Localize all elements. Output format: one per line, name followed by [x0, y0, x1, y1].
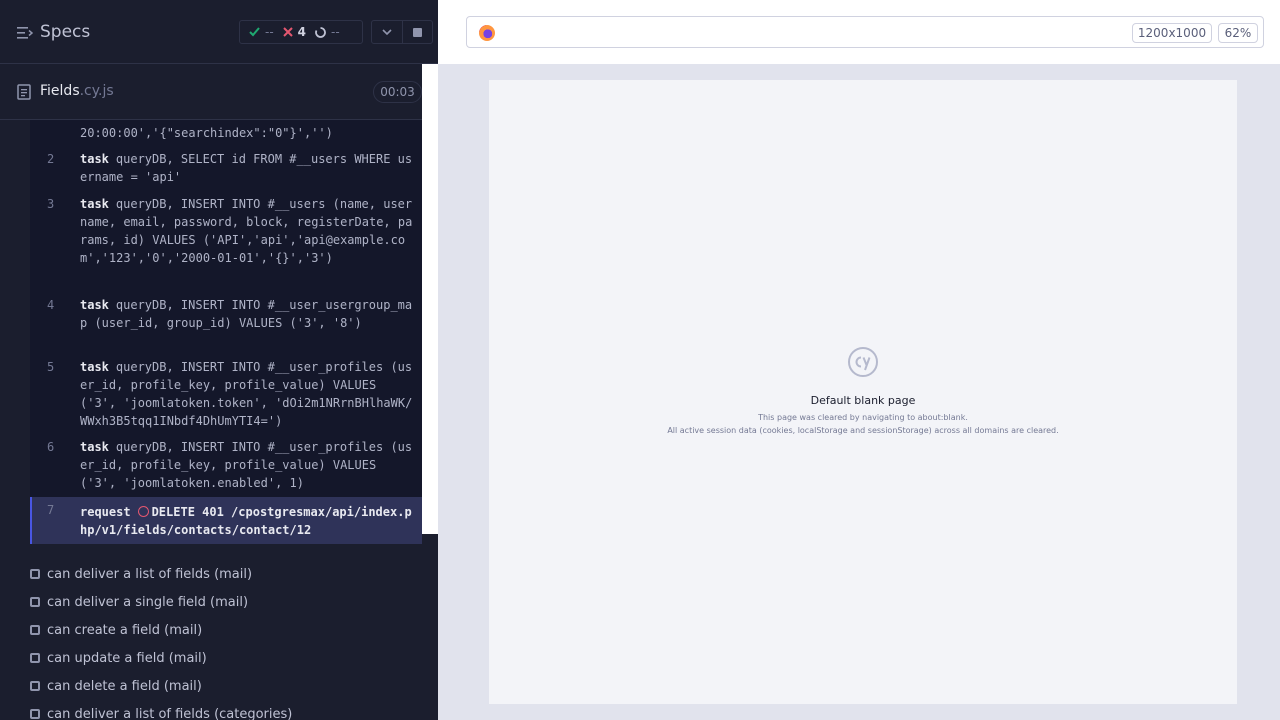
command-row[interactable]: 2 task queryDB, SELECT id FROM #__users W… — [30, 150, 422, 190]
cy-logo-icon — [848, 347, 878, 377]
spec-file-name[interactable]: Fields.cy.js — [40, 83, 114, 99]
test-title: can deliver a list of fields (categories… — [47, 706, 293, 720]
spec-file-header: Fields.cy.js 00:03 — [0, 64, 438, 120]
blank-page-title: Default blank page — [810, 394, 916, 407]
test-item[interactable]: can create a field (mail) — [28, 616, 422, 644]
command-keyword: task — [80, 298, 109, 312]
url-bar[interactable]: 1200x1000 62% — [466, 16, 1264, 48]
failed-count: 4 — [297, 25, 307, 39]
test-title: can delete a field (mail) — [47, 678, 202, 694]
run-controls — [371, 20, 433, 44]
test-title: can update a field (mail) — [47, 650, 207, 666]
zoom-badge[interactable]: 62% — [1218, 23, 1258, 43]
test-title: can deliver a single field (mail) — [47, 594, 249, 610]
stop-icon — [412, 27, 422, 37]
command-keyword: task — [80, 152, 109, 166]
list-icon[interactable] — [17, 26, 33, 40]
command-text: queryDB, INSERT INTO #__user_profiles (u… — [80, 440, 413, 490]
command-body: request DELETE 401 /cpostgresmax/api/inde… — [80, 503, 416, 539]
command-row[interactable]: 3 task queryDB, INSERT INTO #__users (nam… — [30, 195, 422, 291]
command-row[interactable]: 20:00:00','{"searchindex":"0"}','') — [30, 120, 422, 144]
check-icon — [249, 27, 260, 37]
aut-header: 1200x1000 62% — [438, 0, 1280, 64]
error-circle-icon — [137, 506, 149, 517]
blank-page-line-1: This page was cleared by navigating to a… — [758, 413, 968, 422]
test-title: can deliver a list of fields (mail) — [47, 566, 253, 582]
test-item[interactable]: can deliver a single field (mail) — [28, 588, 422, 616]
command-row[interactable]: 5 task queryDB, INSERT INTO #__user_profi… — [30, 358, 422, 434]
spec-file-basename: Fields — [40, 83, 80, 99]
command-text: queryDB, INSERT INTO #__users (name, use… — [80, 197, 413, 265]
command-number: 6 — [47, 440, 55, 454]
reporter-scrollbar[interactable] — [422, 64, 438, 720]
command-body: task queryDB, SELECT id FROM #__users WHE… — [80, 150, 416, 186]
reporter-panel: Specs -- 4 -- Fields.cy.js 00:03 20:00:0… — [0, 0, 438, 720]
test-item[interactable]: can deliver a list of fields (categories… — [28, 700, 422, 720]
command-row-active[interactable]: 7 request DELETE 401 /cpostgresmax/api/in… — [30, 497, 422, 544]
command-row[interactable]: 6 task queryDB, INSERT INTO #__user_profi… — [30, 438, 422, 496]
aut-viewport: Default blank page This page was cleared… — [489, 80, 1237, 704]
command-text: queryDB, INSERT INTO #__user_profiles (u… — [80, 360, 413, 428]
command-keyword: task — [80, 360, 109, 374]
command-number: 3 — [47, 197, 55, 211]
test-item[interactable]: can deliver a list of fields (mail) — [28, 560, 422, 588]
test-list: can deliver a list of fields (mail) can … — [28, 560, 422, 720]
spinner-icon — [315, 26, 326, 38]
command-text: queryDB, SELECT id FROM #__users WHERE u… — [80, 152, 413, 184]
chevron-down-icon — [382, 29, 392, 35]
command-text: 20:00:00','{"searchindex":"0"}','') — [80, 126, 333, 140]
command-log: 20:00:00','{"searchindex":"0"}','') 2 ta… — [30, 120, 422, 544]
stop-button[interactable] — [401, 21, 432, 43]
command-body: task queryDB, INSERT INTO #__user_profile… — [80, 358, 416, 430]
pending-test-icon — [30, 597, 40, 607]
spec-file-ext: .cy.js — [79, 83, 114, 99]
pending-count: -- — [331, 25, 340, 39]
command-number: 5 — [47, 360, 55, 374]
reporter-header: Specs -- 4 -- — [0, 0, 438, 64]
passed-count: -- — [265, 25, 274, 39]
command-body: task queryDB, INSERT INTO #__users (name,… — [80, 195, 416, 267]
command-body: task queryDB, INSERT INTO #__user_usergro… — [80, 296, 416, 332]
command-keyword: request — [80, 505, 131, 519]
duration-badge: 00:03 — [373, 81, 422, 103]
pending-test-icon — [30, 625, 40, 635]
pending-test-icon — [30, 681, 40, 691]
command-number: 4 — [47, 298, 55, 312]
test-item[interactable]: can delete a field (mail) — [28, 672, 422, 700]
pending-stat: -- — [315, 25, 340, 39]
command-number: 2 — [47, 152, 55, 166]
run-stats: -- 4 -- — [239, 20, 363, 44]
test-item[interactable]: can update a field (mail) — [28, 644, 422, 672]
passed-stat: -- — [249, 25, 274, 39]
test-title: can create a field (mail) — [47, 622, 203, 638]
command-body: task queryDB, INSERT INTO #__user_profile… — [80, 438, 416, 492]
x-icon — [282, 27, 293, 37]
command-keyword: task — [80, 197, 109, 211]
file-icon — [17, 84, 31, 100]
firefox-icon[interactable] — [479, 25, 495, 41]
failed-stat: 4 — [282, 25, 307, 39]
runner-panel: 1200x1000 62% Default blank page This pa… — [438, 0, 1280, 720]
scrollbar-thumb[interactable] — [422, 64, 438, 534]
pending-test-icon — [30, 709, 40, 719]
command-number: 7 — [47, 503, 55, 517]
command-row[interactable]: 4 task queryDB, INSERT INTO #__user_userg… — [30, 296, 422, 354]
dropdown-button[interactable] — [372, 21, 402, 43]
command-keyword: task — [80, 440, 109, 454]
command-text: queryDB, INSERT INTO #__user_usergroup_m… — [80, 298, 413, 330]
blank-page-line-2: All active session data (cookies, localS… — [667, 426, 1059, 435]
pending-test-icon — [30, 569, 40, 579]
specs-title[interactable]: Specs — [40, 22, 90, 42]
pending-test-icon — [30, 653, 40, 663]
viewport-size-badge[interactable]: 1200x1000 — [1132, 23, 1212, 43]
